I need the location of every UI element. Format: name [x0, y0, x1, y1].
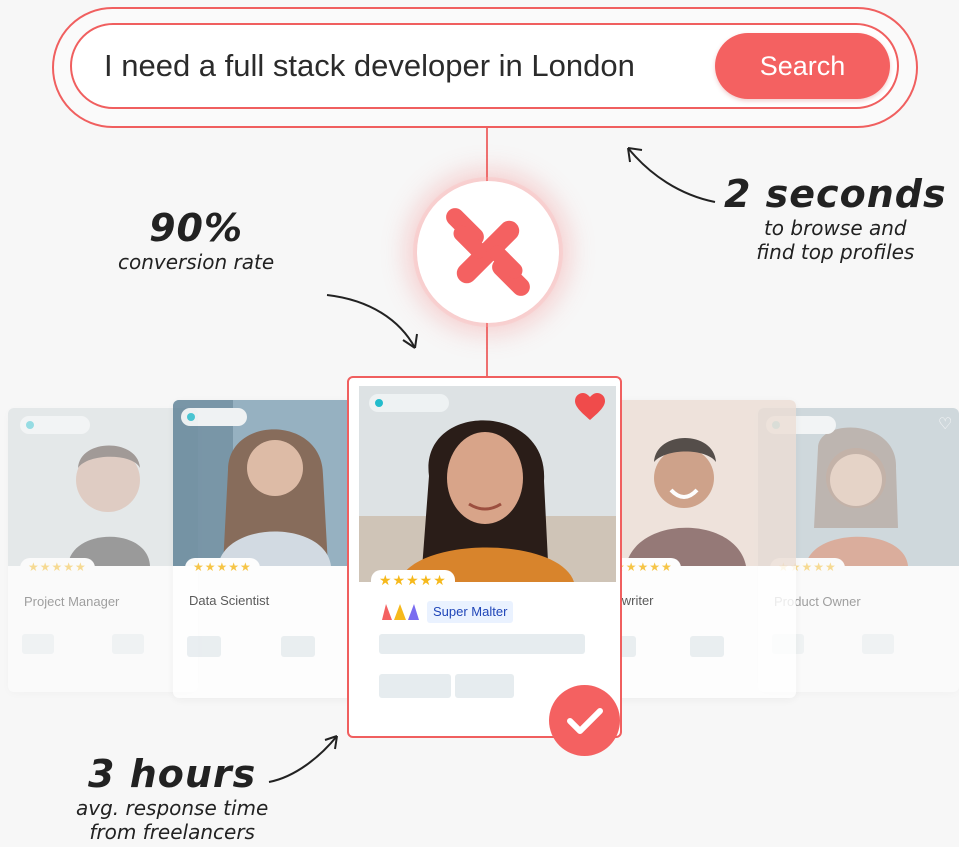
speed-caption-2: find top profiles	[756, 240, 915, 264]
rating-stars: ★★★★★	[185, 558, 260, 574]
profile-card-copywriter[interactable]: ★★★★★ pywriter	[596, 400, 796, 698]
placeholder-block	[379, 674, 451, 698]
super-malter-badge: Super Malter	[427, 601, 514, 623]
search-button[interactable]: Search	[715, 33, 890, 99]
status-pill	[20, 416, 90, 434]
connector-line-top	[486, 128, 488, 182]
heart-icon[interactable]	[574, 393, 606, 421]
response-value: 3 hours	[88, 752, 257, 796]
arrow-to-card	[326, 294, 418, 349]
placeholder-block	[690, 636, 724, 657]
super-badge-icon	[382, 604, 419, 620]
placeholder-block	[281, 636, 315, 657]
connector-line-bottom	[486, 322, 488, 377]
profile-photo	[596, 400, 796, 566]
rating-stars: ★★★★★	[20, 558, 95, 574]
arrow-to-response	[268, 735, 338, 783]
placeholder-block	[862, 634, 894, 654]
placeholder-block	[187, 636, 221, 657]
logo-icon	[446, 208, 530, 296]
placeholder-block	[22, 634, 54, 654]
heart-outline-icon[interactable]: ♡	[938, 414, 952, 434]
featured-profile-card[interactable]: ★★★★★	[347, 376, 622, 738]
profile-card-project-manager[interactable]: ★★★★★ Project Manager	[8, 408, 198, 692]
response-caption-2: from freelancers	[89, 820, 255, 844]
speed-annotation: 2 seconds to browse and find top profile…	[724, 172, 947, 264]
arrow-to-search	[627, 147, 716, 203]
status-pill	[369, 394, 449, 412]
response-caption-1: avg. response time	[76, 796, 269, 820]
conversion-caption: conversion rate	[118, 250, 275, 274]
placeholder-block	[379, 634, 585, 654]
rating-stars: ★★★★★	[371, 570, 455, 589]
status-pill	[181, 408, 247, 426]
speed-caption-1: to browse and	[763, 216, 907, 240]
brand-logo	[417, 181, 559, 323]
checkmark-glyph	[566, 707, 603, 734]
role-label: Data Scientist	[189, 593, 270, 608]
placeholder-block	[112, 634, 144, 654]
check-icon	[549, 685, 620, 756]
conversion-annotation: 90% conversion rate	[118, 206, 274, 274]
profile-card-data-scientist[interactable]: ★★★★★ Data Scientist	[173, 400, 373, 698]
conversion-value: 90%	[149, 206, 244, 250]
role-label: Project Manager	[24, 594, 120, 609]
response-annotation: 3 hours avg. response time from freelanc…	[76, 752, 268, 844]
search-input[interactable]: I need a full stack developer in London	[104, 44, 635, 88]
speed-value: 2 seconds	[724, 172, 947, 216]
placeholder-block	[455, 674, 514, 698]
